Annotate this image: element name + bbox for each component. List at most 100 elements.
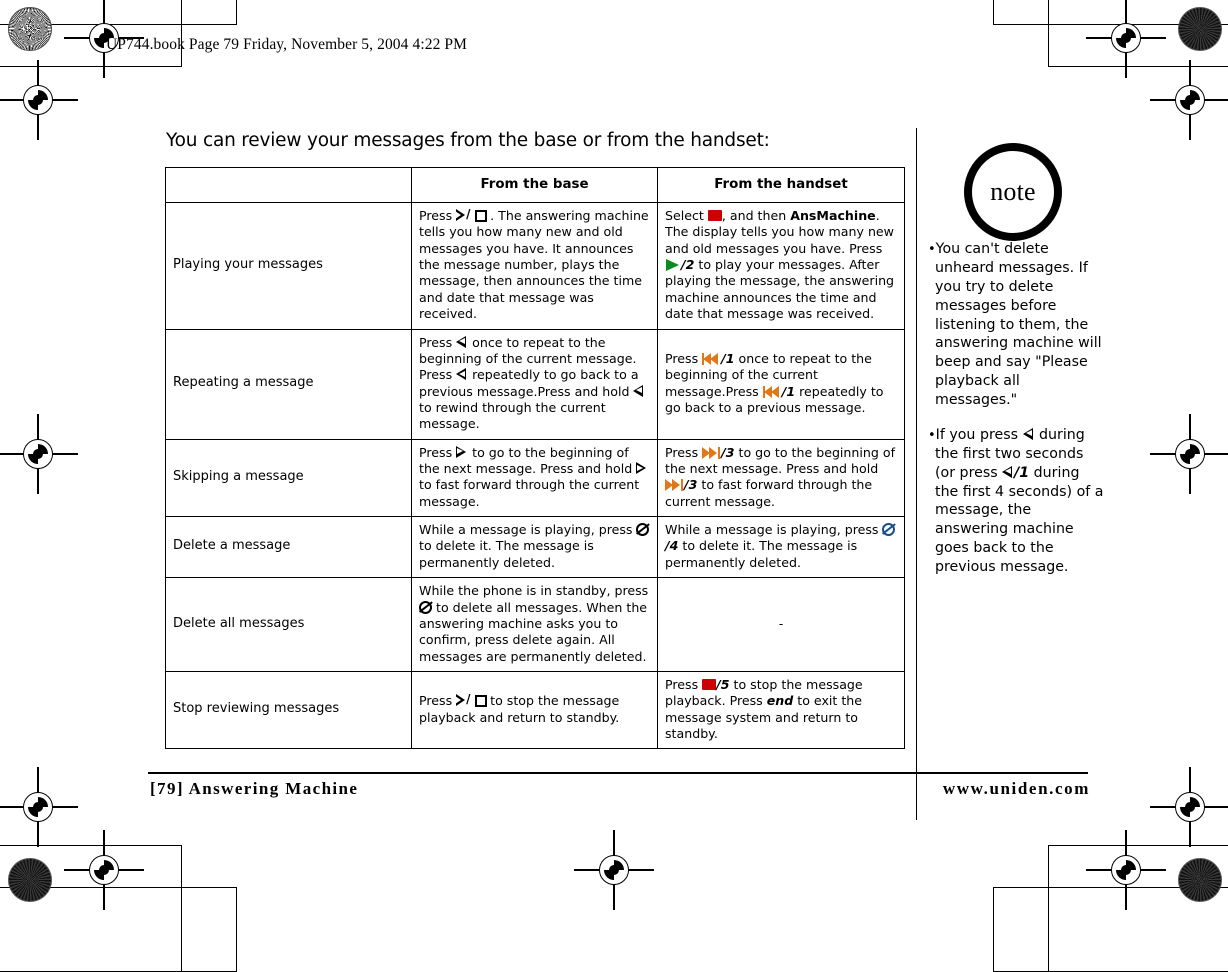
left-arrow-icon [1002, 465, 1014, 478]
cell-handset-repeating: Press /1 once to repeat to the beginning… [657, 328, 905, 440]
registration-mark-top-header [1086, 0, 1166, 78]
text-fragment: Press [665, 444, 703, 460]
density-target-bottom-right [1178, 858, 1222, 902]
table-row: Playing your messages Press / . The answ… [165, 202, 905, 330]
note-item: •If you press during the first two secon… [928, 426, 1104, 577]
row-label-delete-all-messages: Delete all messages [165, 577, 412, 672]
note-text: If you press [935, 426, 1023, 443]
text-fragment: . The answering machine tells you how ma… [419, 208, 649, 322]
text-fragment: Press [665, 350, 703, 366]
cell-base-stop: Press / to stop the message playback and… [411, 670, 658, 750]
table-row: Stop reviewing messages Press / to stop … [165, 670, 905, 750]
table-row: Repeating a message Press once to repeat… [165, 328, 905, 440]
registration-mark-top-left [0, 60, 78, 140]
registration-mark-bottom-center [574, 830, 654, 910]
right-arrow-icon [636, 462, 648, 475]
end-key-icon [707, 210, 722, 221]
cell-base-repeating: Press once to repeat to the beginning of… [411, 328, 658, 440]
fast-forward-icon [665, 479, 684, 492]
table-row: Skipping a message Press to go to the be… [165, 438, 905, 518]
left-arrow-icon [456, 368, 468, 381]
text-fragment: Press [665, 676, 703, 692]
registration-mark-bottom-right-foot [1086, 830, 1166, 910]
cell-base-delete: While a message is playing, press to del… [411, 516, 658, 579]
key-number: /1 [721, 350, 735, 366]
ansmachine-menu-name: AnsMachine [790, 208, 876, 223]
footer-page-chapter: [79] Answering Machine [150, 779, 359, 798]
column-header-blank [165, 167, 412, 203]
cell-handset-stop: Press /5 to stop the message playback. P… [657, 670, 905, 750]
cell-handset-delete: While a message is playing, press /4 to … [657, 516, 905, 579]
table-header-row: From the base From the handset [165, 167, 905, 203]
registration-mark-mid-left [0, 414, 78, 494]
left-arrow-icon [633, 384, 645, 397]
bullet-icon: • [928, 242, 936, 257]
sidebar-divider [916, 128, 918, 820]
fast-forward-icon [702, 446, 721, 459]
text-fragment: to delete it. The message is permanently… [665, 538, 858, 570]
density-target-bottom-left [8, 858, 52, 902]
rewind-icon [702, 352, 721, 365]
row-label-skipping-a-message: Skipping a message [165, 438, 412, 518]
note-text: You can't delete unheard messages. If yo… [935, 241, 1102, 408]
key-number: /5 [716, 676, 730, 692]
row-label-repeating-a-message: Repeating a message [165, 328, 412, 440]
text-fragment: Press [419, 693, 457, 709]
table-row: Delete a message While a message is play… [165, 516, 905, 579]
text-fragment: Select [665, 208, 708, 223]
book-file-header: UP744.book Page 79 Friday, November 5, 2… [106, 36, 468, 53]
row-label-stop-reviewing-messages: Stop reviewing messages [165, 670, 412, 750]
text-fragment: to rewind through the current message. [419, 399, 606, 432]
text-fragment: to play your messages. After playing the… [665, 257, 895, 322]
left-arrow-icon [1022, 427, 1035, 440]
end-key-icon [702, 678, 717, 690]
row-label-delete-a-message: Delete a message [165, 516, 412, 579]
cell-base-playing: Press / . The answering machine tells yo… [411, 202, 658, 330]
left-arrow-icon [456, 335, 468, 348]
text-fragment: Press [419, 334, 457, 350]
cell-handset-playing: Select , and then AnsMachine. The displa… [657, 202, 905, 330]
cell-handset-skipping: Press /3 to go to the beginning of the n… [657, 438, 905, 518]
footer-divider [148, 772, 1088, 774]
text-fragment: to fast forward through the current mess… [665, 477, 873, 509]
play-icon [665, 259, 681, 272]
density-target-top-right [1178, 7, 1222, 51]
text-fragment: to fast forward through the current mess… [419, 477, 640, 509]
key-number: /1 [1014, 464, 1030, 481]
text-fragment: to delete all messages. When the answeri… [419, 599, 648, 664]
text-fragment: While a message is playing, press [665, 522, 883, 538]
key-number: /1 [781, 383, 796, 399]
registration-mark-top-right [1150, 60, 1228, 140]
page-intro-text: You can review your messages from the ba… [166, 130, 770, 151]
cell-base-delete-all: While the phone is in standby, press to … [411, 577, 658, 672]
key-number: /3 [721, 444, 735, 460]
delete-icon [636, 523, 651, 537]
row-label-playing-your-messages: Playing your messages [165, 202, 412, 330]
key-number: /3 [684, 477, 698, 493]
delete-icon [882, 523, 897, 537]
text-fragment: While a message is playing, press [419, 522, 637, 538]
note-list: •You can't delete unheard messages. If y… [928, 240, 1104, 593]
footer-website: www.uniden.com [942, 779, 1090, 798]
cell-handset-delete-all: - [657, 577, 905, 672]
text-fragment: , and then [721, 208, 791, 223]
note-badge: note [964, 143, 1062, 241]
text-fragment: While the phone is in standby, press [419, 583, 649, 599]
end-key-label: end [766, 693, 794, 709]
play-stop-icon: / [455, 693, 488, 708]
registration-mark-bottom-right [1150, 767, 1228, 847]
right-arrow-icon [456, 445, 468, 458]
text-fragment: to delete it. The message is permanently… [419, 538, 594, 570]
column-header-from-the-handset: From the handset [657, 167, 905, 203]
note-badge-label: note [990, 177, 1036, 206]
message-review-table: From the base From the handset Playing y… [165, 167, 905, 750]
registration-mark-mid-right [1150, 414, 1228, 494]
text-fragment: Press [419, 208, 457, 223]
registration-mark-bottom-left-foot [64, 830, 144, 910]
text-fragment: Press [419, 444, 457, 460]
delete-icon [418, 600, 434, 614]
cell-base-skipping: Press to go to the beginning of the next… [411, 438, 658, 518]
registration-mark-bottom-left [0, 767, 78, 847]
rewind-icon [762, 385, 782, 398]
bullet-icon: • [928, 427, 936, 443]
